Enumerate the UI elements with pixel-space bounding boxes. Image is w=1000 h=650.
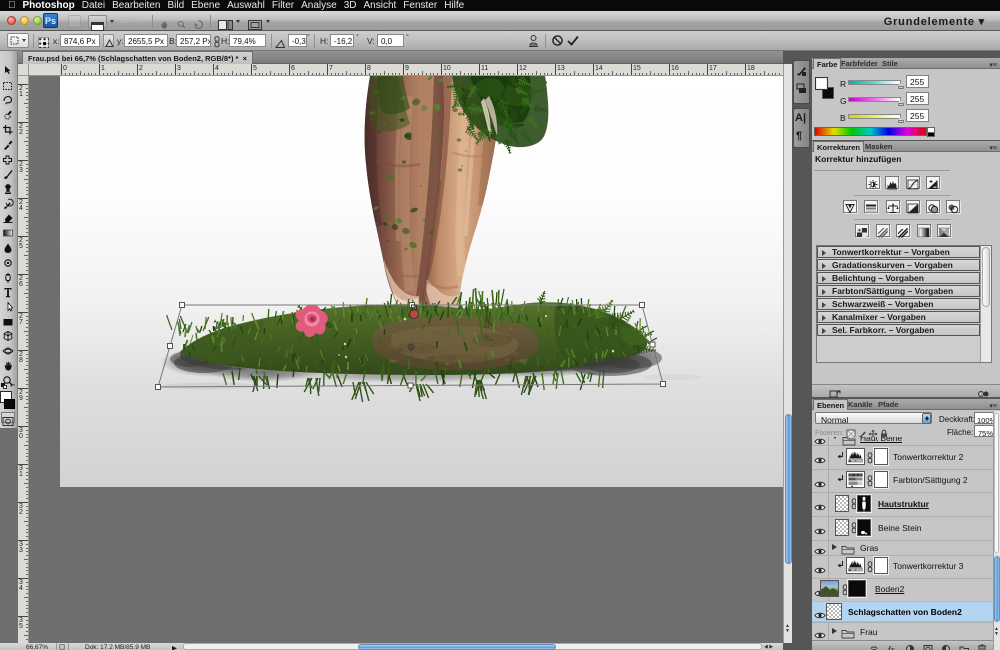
svg-text:fx: fx bbox=[888, 645, 895, 650]
